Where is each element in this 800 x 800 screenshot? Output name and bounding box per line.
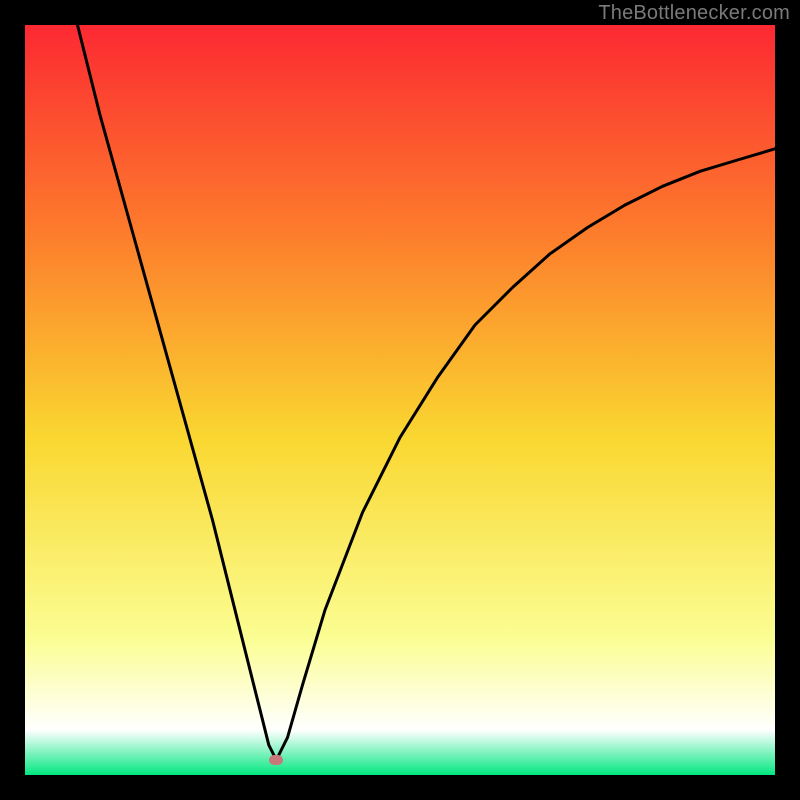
plot-area	[25, 25, 775, 775]
chart-frame: TheBottlenecker.com	[0, 0, 800, 800]
min-dot-icon	[269, 755, 283, 765]
attribution-label: TheBottlenecker.com	[598, 2, 790, 25]
chart-svg	[25, 25, 775, 775]
gradient-bg	[25, 25, 775, 775]
